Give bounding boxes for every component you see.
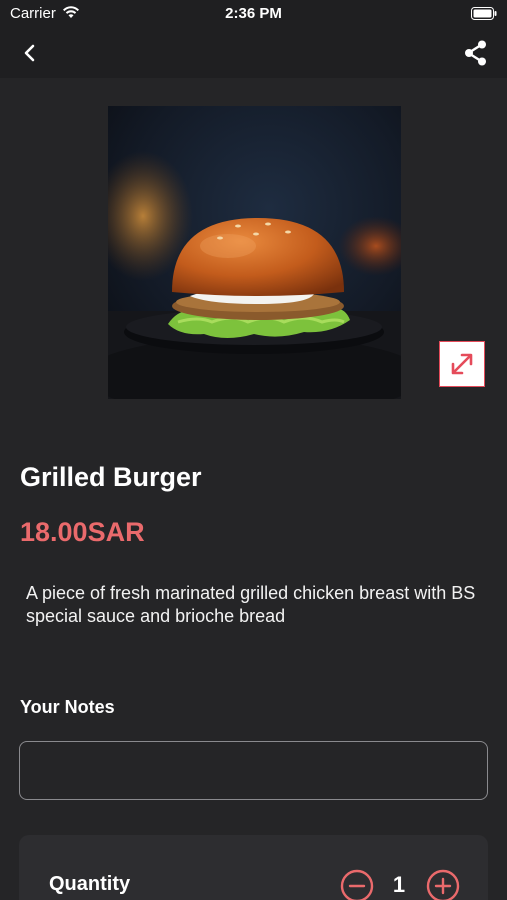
- notes-label: Your Notes: [20, 697, 115, 717]
- product-image[interactable]: [108, 106, 401, 399]
- expand-arrows-icon: [451, 353, 473, 375]
- navigation-bar: [0, 28, 507, 78]
- battery-icon: [471, 7, 497, 20]
- chevron-left-icon: [24, 44, 35, 62]
- share-button[interactable]: [461, 38, 491, 68]
- quantity-card: Quantity 1: [19, 835, 488, 900]
- increase-quantity-button[interactable]: [426, 869, 460, 900]
- product-price: 18.00SAR: [20, 517, 145, 547]
- quantity-label: Quantity: [49, 873, 131, 895]
- product-title: Grilled Burger: [20, 462, 202, 492]
- plus-circle-icon: [426, 869, 460, 900]
- product-detail-screen: Carrier 2:36 PM Grilled Burger 18.00SAR …: [0, 0, 507, 900]
- back-button[interactable]: [14, 38, 46, 68]
- decrease-quantity-button[interactable]: [340, 869, 374, 900]
- notes-input[interactable]: [19, 741, 488, 800]
- status-bar: Carrier 2:36 PM: [0, 0, 507, 28]
- product-description: A piece of fresh marinated grilled chick…: [26, 583, 476, 626]
- expand-image-button[interactable]: [439, 341, 485, 387]
- burger-photo: [108, 106, 401, 399]
- clock-time: 2:36 PM: [225, 5, 282, 22]
- quantity-value: 1: [392, 872, 406, 897]
- share-icon: [465, 40, 486, 66]
- minus-circle-icon: [340, 869, 374, 900]
